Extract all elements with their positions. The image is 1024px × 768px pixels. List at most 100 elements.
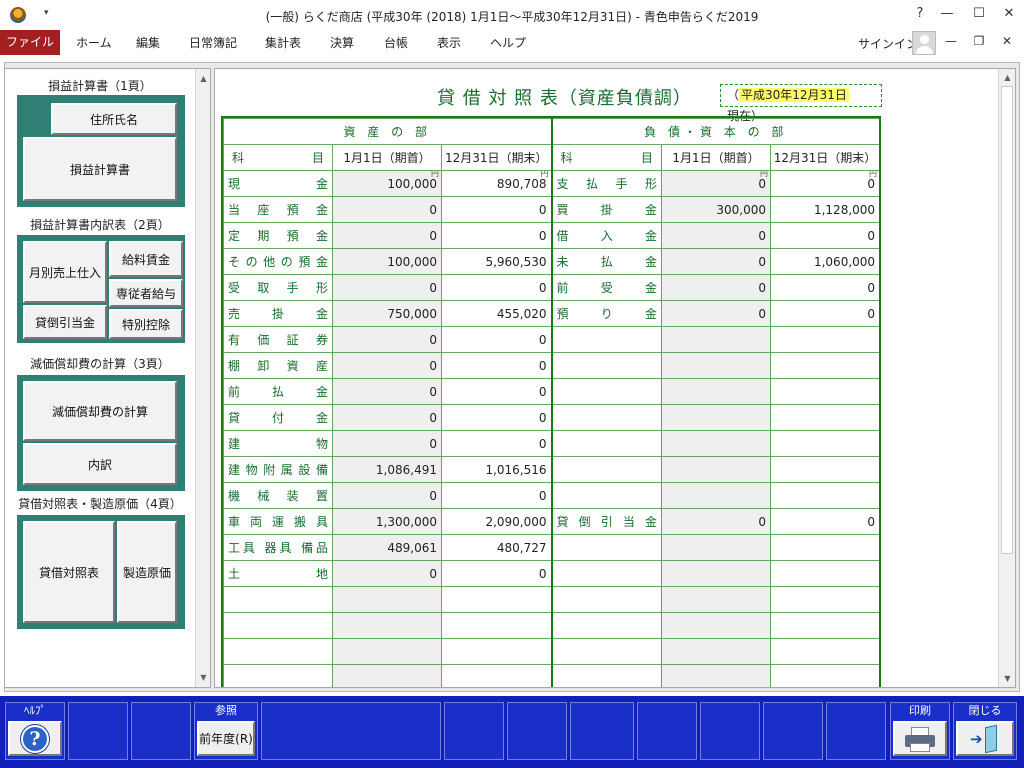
minimize-window-button[interactable]: — bbox=[932, 6, 962, 21]
liability-begin-cell[interactable]: 0 bbox=[661, 508, 772, 535]
liability-begin-cell[interactable] bbox=[661, 586, 772, 613]
avatar[interactable] bbox=[912, 31, 936, 55]
asset-begin-cell[interactable]: 0 bbox=[332, 482, 442, 509]
content-scroll-thumb[interactable] bbox=[1001, 86, 1013, 554]
help-question-icon[interactable]: ? bbox=[905, 6, 935, 21]
scroll-up-icon[interactable]: ▲ bbox=[196, 71, 210, 86]
asset-end-cell[interactable]: 0 bbox=[440, 378, 553, 405]
fkey-empty-9[interactable] bbox=[763, 702, 823, 760]
print-button[interactable] bbox=[893, 721, 947, 756]
liability-end-cell[interactable]: 0 bbox=[770, 508, 879, 535]
monthly-sales-purchase-button[interactable]: 月別売上仕入 bbox=[23, 241, 107, 303]
liability-end-cell[interactable] bbox=[770, 560, 879, 587]
asset-begin-cell[interactable]: 100,000 bbox=[332, 248, 442, 275]
income-statement-button[interactable]: 損益計算書 bbox=[23, 137, 177, 201]
asset-end-cell[interactable]: 0 bbox=[440, 222, 553, 249]
liability-end-cell[interactable] bbox=[770, 378, 879, 405]
asset-end-cell[interactable] bbox=[440, 664, 553, 687]
maximize-window-button[interactable]: ☐ bbox=[964, 6, 994, 21]
asset-begin-cell[interactable]: 0 bbox=[332, 404, 442, 431]
fkey-print[interactable]: 印刷 bbox=[890, 702, 950, 760]
liability-begin-cell[interactable]: 0 bbox=[661, 274, 772, 301]
address-name-button[interactable]: 住所氏名 bbox=[51, 103, 177, 135]
balance-sheet-button[interactable]: 貸借対照表 bbox=[23, 521, 115, 623]
close-document-button[interactable]: ✕ bbox=[994, 34, 1020, 48]
liability-begin-cell[interactable] bbox=[661, 378, 772, 405]
asset-end-cell[interactable]: 0 bbox=[440, 352, 553, 379]
asset-begin-cell[interactable]: 0 bbox=[332, 352, 442, 379]
close-button[interactable]: ➔ bbox=[956, 721, 1014, 756]
liability-end-cell[interactable] bbox=[770, 404, 879, 431]
fkey-empty-3[interactable] bbox=[261, 702, 441, 760]
asset-begin-cell[interactable] bbox=[332, 664, 442, 687]
liability-end-cell[interactable] bbox=[770, 612, 879, 639]
as-of-date-input[interactable]: 平成30年12月31日 bbox=[739, 88, 849, 102]
asset-end-cell[interactable]: 5,960,530 bbox=[440, 248, 553, 275]
liability-begin-cell[interactable] bbox=[661, 404, 772, 431]
fkey-empty-10[interactable] bbox=[826, 702, 886, 760]
menu-ledger[interactable]: 台帳 bbox=[384, 34, 408, 51]
prev-year-button[interactable]: 前年度(R) bbox=[197, 721, 255, 756]
liability-end-cell[interactable]: 0 bbox=[770, 274, 879, 301]
menu-help[interactable]: ヘルプ bbox=[490, 34, 526, 51]
liability-begin-cell[interactable] bbox=[661, 456, 772, 483]
salary-wages-button[interactable]: 給料賃金 bbox=[109, 241, 183, 277]
menu-summary[interactable]: 集計表 bbox=[265, 34, 301, 51]
liability-begin-cell[interactable] bbox=[661, 612, 772, 639]
fkey-empty-1[interactable] bbox=[68, 702, 128, 760]
asset-begin-cell[interactable]: 750,000 bbox=[332, 300, 442, 327]
manufacturing-cost-button[interactable]: 製造原価 bbox=[117, 521, 177, 623]
content-scroll-up-icon[interactable]: ▲ bbox=[1000, 70, 1015, 85]
left-scrollbar[interactable]: ▲ ▼ bbox=[195, 69, 210, 687]
asset-end-cell[interactable]: 0 bbox=[440, 274, 553, 301]
liability-end-cell[interactable] bbox=[770, 430, 879, 457]
liability-end-cell[interactable] bbox=[770, 638, 879, 665]
ribbon-minimize-button[interactable]: — bbox=[938, 34, 964, 48]
asset-begin-cell[interactable] bbox=[332, 612, 442, 639]
asset-begin-cell[interactable] bbox=[332, 638, 442, 665]
asset-end-cell[interactable]: 0 bbox=[440, 560, 553, 587]
liability-end-cell[interactable] bbox=[770, 534, 879, 561]
restore-button[interactable]: ❐ bbox=[966, 34, 992, 48]
liability-begin-cell[interactable] bbox=[661, 638, 772, 665]
asset-end-cell[interactable] bbox=[440, 638, 553, 665]
liability-begin-cell[interactable]: 300,000 bbox=[661, 196, 772, 223]
menu-settlement[interactable]: 決算 bbox=[330, 34, 354, 51]
liability-end-cell[interactable] bbox=[770, 352, 879, 379]
bad-debt-allowance-button[interactable]: 貸倒引当金 bbox=[23, 305, 107, 339]
liability-begin-cell[interactable] bbox=[661, 560, 772, 587]
fkey-empty-8[interactable] bbox=[700, 702, 760, 760]
asset-begin-cell[interactable]: 0 bbox=[332, 196, 442, 223]
close-window-button[interactable]: ✕ bbox=[994, 6, 1024, 21]
asset-end-cell[interactable]: 480,727 bbox=[440, 534, 553, 561]
signin-link[interactable]: サインイン bbox=[858, 35, 918, 52]
scroll-down-icon[interactable]: ▼ bbox=[196, 670, 210, 685]
menu-home[interactable]: ホーム bbox=[76, 34, 112, 51]
liability-end-cell[interactable]: 1,060,000 bbox=[770, 248, 879, 275]
asset-begin-cell[interactable]: 0 bbox=[332, 274, 442, 301]
asset-begin-cell[interactable]: 1,086,491 bbox=[332, 456, 442, 483]
asset-begin-cell[interactable] bbox=[332, 586, 442, 613]
liability-end-cell[interactable]: 1,128,000 bbox=[770, 196, 879, 223]
liability-end-cell[interactable] bbox=[770, 456, 879, 483]
liability-end-cell[interactable]: 0 bbox=[770, 300, 879, 327]
fkey-empty-6[interactable] bbox=[570, 702, 634, 760]
asset-end-cell[interactable]: 0 bbox=[440, 196, 553, 223]
asset-begin-cell[interactable]: 0 bbox=[332, 326, 442, 353]
content-scrollbar[interactable]: ▲ ▼ bbox=[998, 69, 1015, 687]
menu-daily-bookkeeping[interactable]: 日常簿記 bbox=[189, 34, 237, 51]
liability-end-cell[interactable]: 0円 bbox=[770, 170, 879, 197]
help-button[interactable]: ? bbox=[8, 721, 62, 756]
asset-end-cell[interactable]: 1,016,516 bbox=[440, 456, 553, 483]
liability-begin-cell[interactable]: 0 bbox=[661, 222, 772, 249]
fkey-close[interactable]: 閉じる ➔ bbox=[953, 702, 1017, 760]
liability-end-cell[interactable]: 0 bbox=[770, 222, 879, 249]
depreciation-calc-button[interactable]: 減価償却費の計算 bbox=[23, 381, 177, 441]
breakdown-button[interactable]: 内訳 bbox=[23, 443, 177, 485]
asset-end-cell[interactable]: 2,090,000 bbox=[440, 508, 553, 535]
asset-end-cell[interactable]: 0 bbox=[440, 404, 553, 431]
family-employee-salary-button[interactable]: 専従者給与 bbox=[109, 279, 183, 307]
menu-edit[interactable]: 編集 bbox=[136, 34, 160, 51]
asset-end-cell[interactable]: 0 bbox=[440, 430, 553, 457]
liability-begin-cell[interactable] bbox=[661, 482, 772, 509]
